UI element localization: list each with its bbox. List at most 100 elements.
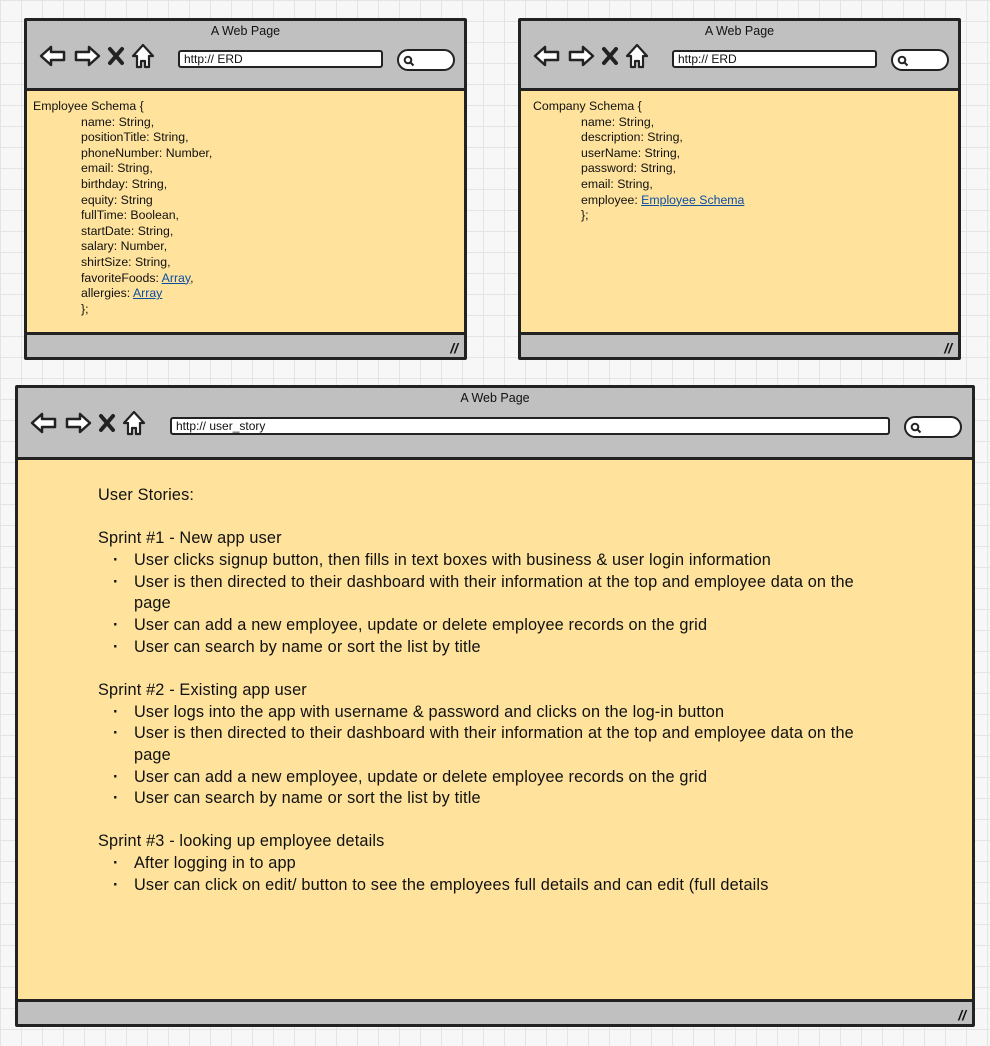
field-text: birthday: String,	[81, 176, 168, 191]
schema-field: salary: Number,	[33, 239, 212, 255]
schema-field: allergies: Array	[33, 286, 212, 302]
back-arrow-icon[interactable]	[39, 44, 67, 68]
schema-field: positionTitle: String,	[33, 130, 212, 146]
schema-field: birthday: String,	[33, 177, 212, 193]
sprint-section: Sprint #3 - looking up employee details A…	[98, 831, 854, 896]
stop-x-icon[interactable]	[107, 46, 125, 66]
browser-nav	[533, 43, 649, 69]
browser-toolbar: A Web Page http:// ERD	[27, 21, 464, 91]
field-suffix: ,	[190, 270, 194, 285]
schema-field: startDate: String,	[33, 224, 212, 240]
url-input[interactable]: http:// user_story	[170, 417, 890, 435]
sprint-title: Sprint #3 - looking up employee details	[98, 832, 385, 851]
field-text: favoriteFoods:	[81, 270, 162, 285]
schema-field: equity: String	[33, 193, 212, 209]
schema-field: name: String,	[33, 115, 212, 131]
search-icon	[910, 422, 922, 434]
window-title: A Web Page	[210, 24, 281, 38]
field-text: startDate: String,	[81, 223, 174, 238]
field-text: name: String,	[81, 114, 155, 129]
type-link[interactable]: Array	[133, 286, 162, 300]
status-bar: //	[521, 332, 958, 357]
story-item: User can add a new employee, update or d…	[98, 767, 854, 789]
schema-field: email: String,	[33, 161, 212, 177]
stories-heading: User Stories:	[98, 486, 195, 504]
schema-field: userName: String,	[533, 146, 744, 162]
schema-header: Company Schema {	[533, 99, 642, 113]
schema-field: password: String,	[533, 161, 744, 177]
search-field[interactable]	[891, 49, 949, 71]
stop-x-icon[interactable]	[98, 413, 116, 433]
story-item: User can add a new employee, update or d…	[98, 615, 854, 637]
field-text: equity: String	[81, 192, 153, 207]
url-input[interactable]: http:// ERD	[178, 50, 383, 68]
browser-nav	[30, 410, 146, 436]
type-link[interactable]: Array	[162, 271, 190, 285]
story-item: User logs into the app with username & p…	[98, 702, 854, 724]
story-item: User can search by name or sort the list…	[98, 637, 854, 659]
story-item: User can search by name or sort the list…	[98, 788, 854, 810]
browser-toolbar: A Web Page http:// user_story	[18, 388, 972, 460]
home-icon[interactable]	[131, 43, 155, 69]
status-bar: //	[18, 999, 972, 1024]
field-text: email: String,	[581, 176, 653, 191]
schema-field: fullTime: Boolean,	[33, 208, 212, 224]
forward-arrow-icon[interactable]	[567, 44, 595, 68]
schema-field: favoriteFoods: Array,	[33, 271, 212, 287]
search-field[interactable]	[904, 416, 962, 438]
back-arrow-icon[interactable]	[30, 411, 58, 435]
company-schema-window: A Web Page http:// ERD Company Schema { …	[518, 18, 961, 360]
employee-schema-window: A Web Page http:// ERD Employee Schema {…	[24, 18, 467, 360]
field-text: shirtSize: String,	[81, 254, 171, 269]
field-text: name: String,	[581, 114, 655, 129]
resize-grip-icon[interactable]: //	[944, 340, 952, 356]
schema-field: phoneNumber: Number,	[33, 146, 212, 162]
schema-header: Employee Schema {	[33, 99, 144, 113]
status-bar: //	[27, 332, 464, 357]
schema-field: email: String,	[533, 177, 744, 193]
window-title: A Web Page	[704, 24, 775, 38]
schema-field: shirtSize: String,	[33, 255, 212, 271]
field-text: password: String,	[581, 161, 677, 176]
stop-x-icon[interactable]	[601, 46, 619, 66]
field-text: description: String,	[581, 130, 683, 145]
field-text: phoneNumber: Number,	[81, 145, 213, 160]
type-link[interactable]: Employee Schema	[641, 193, 744, 207]
resize-grip-icon[interactable]: //	[958, 1007, 966, 1023]
forward-arrow-icon[interactable]	[64, 411, 92, 435]
sprint-section: Sprint #2 - Existing app user User logs i…	[98, 680, 854, 810]
user-stories-window: A Web Page http:// user_story User Stori…	[15, 385, 975, 1027]
back-arrow-icon[interactable]	[533, 44, 561, 68]
story-item: User clicks signup button, then fills in…	[98, 550, 854, 572]
schema-field: description: String,	[533, 130, 744, 146]
browser-nav	[39, 43, 155, 69]
field-text: employee:	[581, 192, 642, 207]
resize-grip-icon[interactable]: //	[450, 340, 458, 356]
url-input[interactable]: http:// ERD	[672, 50, 877, 68]
user-stories-content: User Stories: Sprint #1 - New app user Us…	[98, 485, 854, 896]
field-text: allergies:	[81, 286, 133, 301]
sprint-title: Sprint #2 - Existing app user	[98, 680, 307, 699]
schema-field: };	[33, 302, 212, 318]
field-text: fullTime: Boolean,	[81, 208, 179, 223]
schema-content: Employee Schema { name: String, positionT…	[33, 99, 212, 317]
story-item: User is then directed to their dashboard…	[98, 572, 854, 615]
browser-toolbar: A Web Page http:// ERD	[521, 21, 958, 91]
story-item: After logging in to app	[98, 853, 854, 875]
sprint-section: Sprint #1 - New app user User clicks sign…	[98, 528, 854, 658]
field-text: positionTitle: String,	[81, 130, 189, 145]
search-icon	[897, 55, 909, 67]
search-field[interactable]	[397, 49, 455, 71]
field-text: };	[581, 208, 589, 223]
story-item: User can click on edit/ button to see th…	[98, 875, 854, 897]
field-text: salary: Number,	[81, 239, 168, 254]
schema-field: };	[533, 208, 744, 224]
home-icon[interactable]	[122, 410, 146, 436]
search-icon	[403, 55, 415, 67]
sprint-title: Sprint #1 - New app user	[98, 529, 282, 548]
home-icon[interactable]	[625, 43, 649, 69]
schema-content: Company Schema { name: String, descriptio…	[533, 99, 744, 224]
forward-arrow-icon[interactable]	[73, 44, 101, 68]
schema-field: employee: Employee Schema	[533, 193, 744, 209]
window-title: A Web Page	[460, 391, 530, 405]
